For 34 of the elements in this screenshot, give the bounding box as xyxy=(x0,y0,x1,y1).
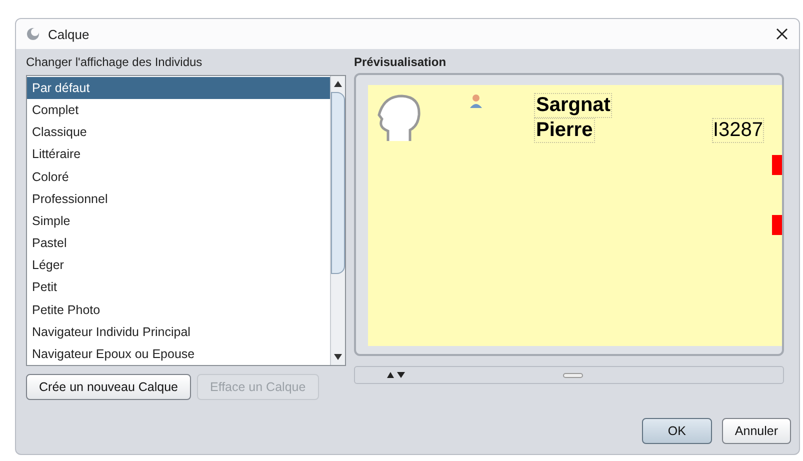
list-item[interactable]: Léger xyxy=(27,254,330,276)
given-name-text: Pierre xyxy=(534,118,595,143)
window-title: Calque xyxy=(48,26,90,42)
scroll-thumb[interactable] xyxy=(331,92,345,274)
expand-arrows-icon[interactable] xyxy=(387,372,405,378)
action-button[interactable]: Crée un nouveau Calque xyxy=(26,374,191,400)
list-item[interactable]: Professionnel xyxy=(27,188,330,210)
grip-handle-icon[interactable] xyxy=(563,372,583,378)
list-item[interactable]: Pastel xyxy=(27,232,330,254)
list-item[interactable]: Simple xyxy=(27,210,330,232)
surname-text: Sargnat xyxy=(534,93,612,118)
close-icon[interactable] xyxy=(775,27,789,41)
id-text: I3287 xyxy=(712,118,764,143)
preview-title: Prévisualisation xyxy=(354,55,448,69)
list-item[interactable]: Navigateur Epoux ou Epouse xyxy=(27,342,330,366)
list-label: Changer l'affichage des Individus xyxy=(26,55,204,69)
cancel-button[interactable]: Annuler xyxy=(722,418,791,444)
list-item[interactable]: Navigateur Individu Principal xyxy=(27,320,330,343)
list-item[interactable]: Petit xyxy=(27,276,330,299)
list-item[interactable]: Petite Photo xyxy=(27,298,330,321)
list-item[interactable]: Par défaut xyxy=(27,77,330,100)
head-silhouette-icon xyxy=(376,93,422,143)
list-item[interactable]: Complet xyxy=(27,99,330,122)
list-item[interactable]: Coloré xyxy=(27,166,330,188)
up-arrow-icon[interactable] xyxy=(334,80,342,88)
list-item[interactable]: Littéraire xyxy=(27,143,330,166)
edge-marker xyxy=(772,155,782,175)
scrollbar[interactable] xyxy=(330,76,345,365)
edge-marker xyxy=(772,215,782,235)
app-icon xyxy=(26,27,40,41)
list-item[interactable]: Classique xyxy=(27,121,330,144)
ok-button[interactable]: OK xyxy=(642,418,712,444)
down-arrow-icon[interactable] xyxy=(334,353,342,361)
person-icon xyxy=(468,93,484,109)
